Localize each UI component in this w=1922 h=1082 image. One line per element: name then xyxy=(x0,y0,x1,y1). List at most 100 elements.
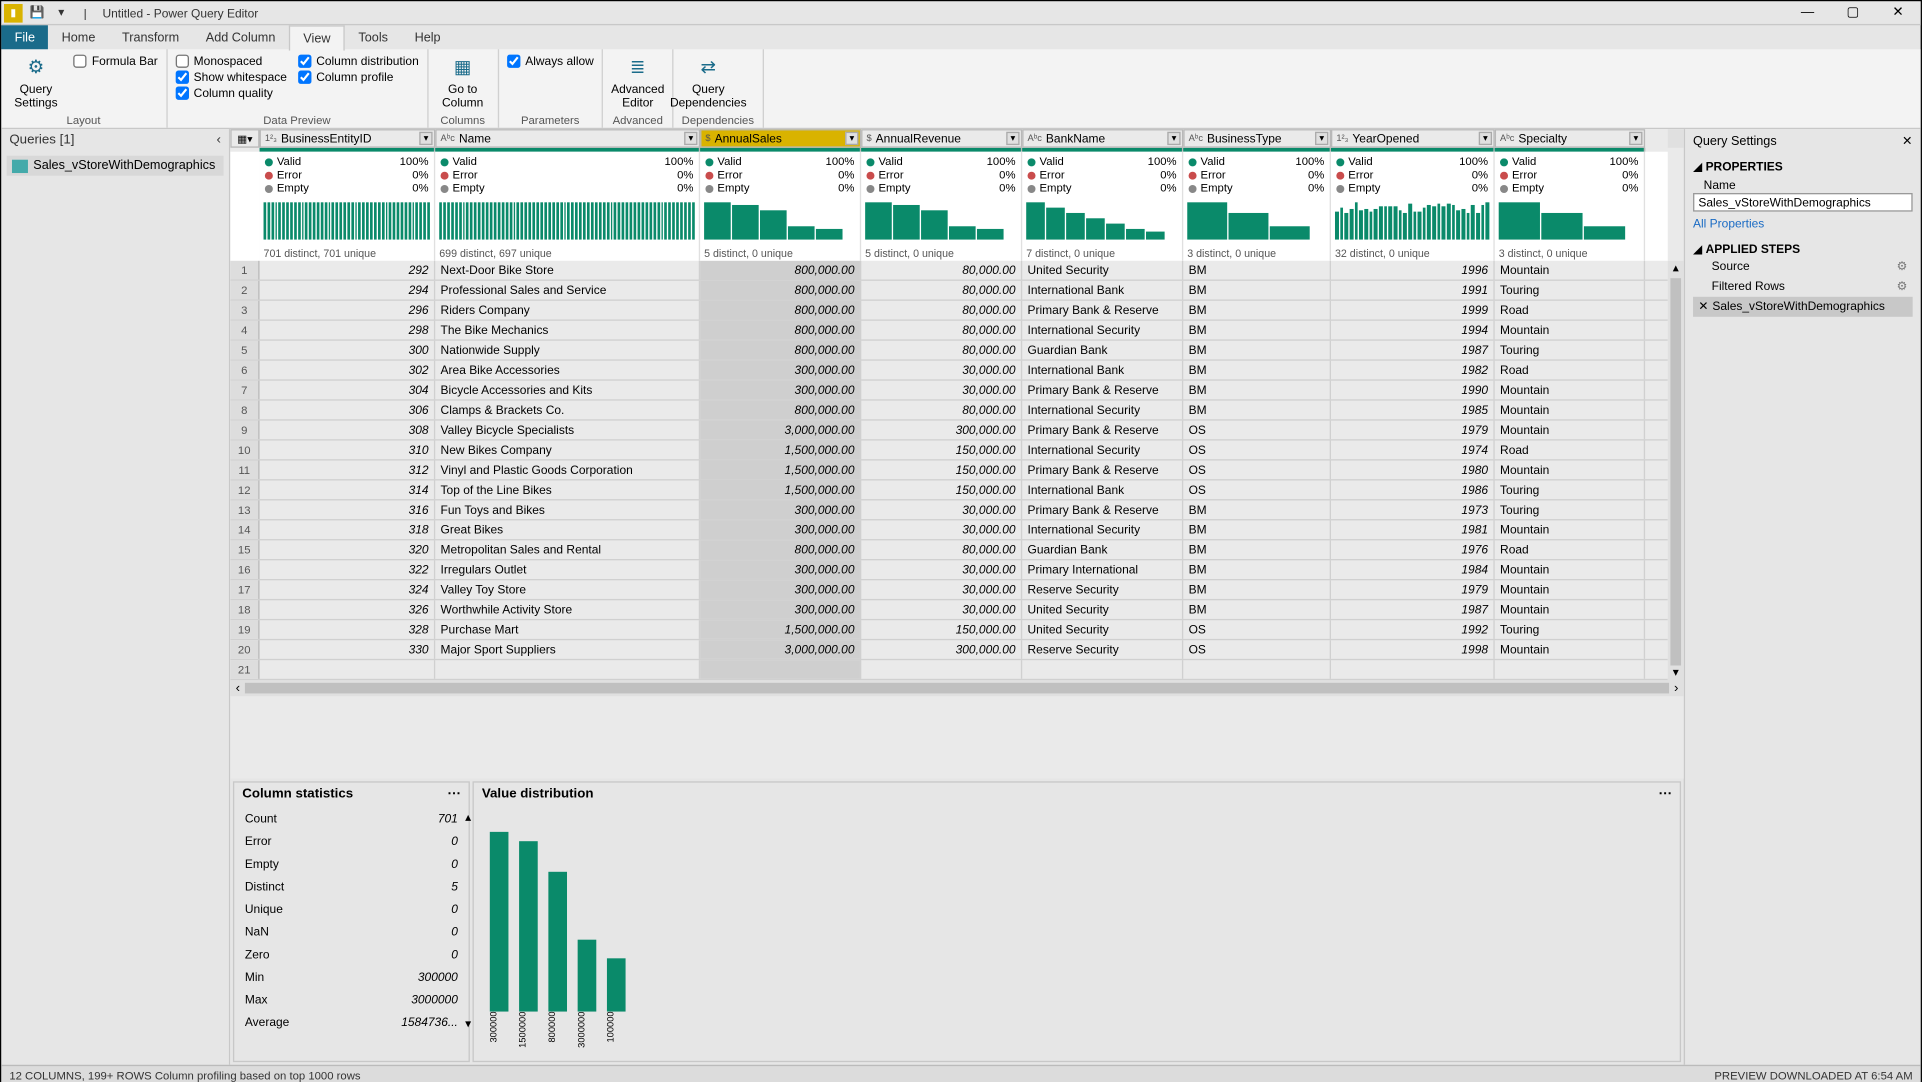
table-row[interactable]: 17324Valley Toy Store300,000.0030,000.00… xyxy=(230,580,1667,600)
table-row[interactable]: 16322Irregulars Outlet300,000.0030,000.0… xyxy=(230,560,1667,580)
monospaced-checkbox[interactable]: Monospaced xyxy=(175,55,287,68)
select-all-corner[interactable]: ▦▾ xyxy=(230,129,259,148)
table-row[interactable]: 6302Area Bike Accessories300,000.0030,00… xyxy=(230,361,1667,381)
table-row[interactable]: 20330Major Sport Suppliers3,000,000.0030… xyxy=(230,640,1667,660)
table-row[interactable]: 3296Riders Company800,000.0080,000.00Pri… xyxy=(230,301,1667,321)
panel-menu-icon[interactable]: ⋯ xyxy=(1658,787,1671,802)
table-row[interactable]: 11312Vinyl and Plastic Goods Corporation… xyxy=(230,461,1667,481)
group-layout-label: Layout xyxy=(9,113,157,128)
filter-dropdown-icon[interactable]: ▾ xyxy=(684,132,697,145)
column-header-yearopened[interactable]: 1²₃YearOpened▾ xyxy=(1331,129,1495,148)
ribbon-view: ⚙ Query Settings Formula Bar Layout Mono… xyxy=(1,49,1920,129)
table-row[interactable]: 19328Purchase Mart1,500,000.00150,000.00… xyxy=(230,620,1667,640)
group-parameters-label: Parameters xyxy=(507,113,594,128)
column-header-annualrevenue[interactable]: $AnnualRevenue▾ xyxy=(861,129,1022,148)
scroll-up-icon[interactable]: ▴ xyxy=(1673,261,1679,276)
scroll-down-icon[interactable]: ▾ xyxy=(1673,666,1679,681)
tab-view[interactable]: View xyxy=(289,25,345,50)
close-pane-icon[interactable]: ✕ xyxy=(1902,134,1913,149)
scrollbar-thumb[interactable] xyxy=(1670,278,1681,665)
table-row[interactable]: 13316Fun Toys and Bikes300,000.0030,000.… xyxy=(230,500,1667,520)
table-row[interactable]: 9308Valley Bicycle Specialists3,000,000.… xyxy=(230,421,1667,441)
step-settings-icon[interactable] xyxy=(1897,260,1908,275)
table-row[interactable]: 8306Clamps & Brackets Co.800,000.0080,00… xyxy=(230,401,1667,421)
goto-column-button[interactable]: ▦ Go to Column xyxy=(436,52,489,109)
column-statistics-panel: Column statistics⋯ ▴ ▾ Count701Error0Emp… xyxy=(233,781,470,1062)
table-row[interactable]: 5300Nationwide Supply800,000.0080,000.00… xyxy=(230,341,1667,361)
qat-separator: ▾ xyxy=(52,3,71,22)
column-header-businessentityid[interactable]: 1²₃BusinessEntityID▾ xyxy=(260,129,436,148)
stats-scroll-down-icon[interactable]: ▾ xyxy=(465,1017,471,1032)
filter-dropdown-icon[interactable]: ▾ xyxy=(1167,132,1180,145)
table-row[interactable]: 7304Bicycle Accessories and Kits300,000.… xyxy=(230,381,1667,401)
table-row[interactable]: 18326Worthwhile Activity Store300,000.00… xyxy=(230,600,1667,620)
always-allow-checkbox[interactable]: Always allow xyxy=(507,55,594,68)
advanced-editor-button[interactable]: ≣ Advanced Editor xyxy=(611,52,664,109)
query-settings-button[interactable]: ⚙ Query Settings xyxy=(9,52,62,109)
table-row[interactable]: 4298The Bike Mechanics800,000.0080,000.0… xyxy=(230,321,1667,341)
column-header-specialty[interactable]: AᵇcSpecialty▾ xyxy=(1495,129,1645,148)
collapse-icon[interactable]: ‹ xyxy=(216,132,220,147)
name-field-label: Name xyxy=(1704,178,1913,191)
column-distribution-checkbox[interactable]: Column distribution xyxy=(298,55,419,68)
table-row[interactable]: 14318Great Bikes 300,000.0030,000.00Inte… xyxy=(230,520,1667,540)
group-datapreview-label: Data Preview xyxy=(175,113,419,128)
filter-dropdown-icon[interactable]: ▾ xyxy=(1479,132,1492,145)
applied-step[interactable]: Filtered Rows xyxy=(1693,277,1913,297)
column-header-bankname[interactable]: AᵇcBankName▾ xyxy=(1022,129,1183,148)
filter-dropdown-icon[interactable]: ▾ xyxy=(1629,132,1642,145)
tab-add-column[interactable]: Add Column xyxy=(192,25,288,49)
chart-bar xyxy=(519,841,538,1012)
all-properties-link[interactable]: All Properties xyxy=(1693,217,1764,230)
table-icon xyxy=(12,159,28,172)
filter-dropdown-icon[interactable]: ▾ xyxy=(1006,132,1019,145)
h-scrollbar-thumb[interactable] xyxy=(245,683,1668,694)
filter-dropdown-icon[interactable]: ▾ xyxy=(845,132,858,145)
tab-file[interactable]: File xyxy=(1,25,48,49)
tab-home[interactable]: Home xyxy=(48,25,108,49)
formula-bar-checkbox[interactable]: Formula Bar xyxy=(73,55,158,68)
query-dependencies-button[interactable]: ⇄ Query Dependencies xyxy=(682,52,735,109)
scroll-left-icon[interactable]: ‹ xyxy=(236,681,240,696)
tab-tools[interactable]: Tools xyxy=(345,25,401,49)
step-settings-icon[interactable] xyxy=(1897,280,1908,295)
column-header-businesstype[interactable]: AᵇcBusinessType▾ xyxy=(1183,129,1331,148)
show-whitespace-checkbox[interactable]: Show whitespace xyxy=(175,71,287,84)
table-row[interactable]: 2294Professional Sales and Service800,00… xyxy=(230,281,1667,301)
tab-help[interactable]: Help xyxy=(401,25,454,49)
table-row[interactable]: 12314Top of the Line Bikes1,500,000.0015… xyxy=(230,480,1667,500)
maximize-button[interactable]: ▢ xyxy=(1830,1,1875,25)
panel-menu-icon[interactable]: ⋯ xyxy=(447,787,460,802)
tab-transform[interactable]: Transform xyxy=(109,25,193,49)
delete-step-icon[interactable]: ✕ xyxy=(1698,299,1708,314)
column-header-annualsales[interactable]: $AnnualSales▾ xyxy=(700,129,861,148)
table-row[interactable]: 10310New Bikes Company1,500,000.00150,00… xyxy=(230,441,1667,461)
group-dependencies-label: Dependencies xyxy=(682,113,754,128)
filter-dropdown-icon[interactable]: ▾ xyxy=(1315,132,1328,145)
applied-step[interactable]: Source xyxy=(1693,257,1913,277)
column-header-name[interactable]: AᵇcName▾ xyxy=(435,129,700,148)
table-row[interactable]: 21 xyxy=(230,660,1667,680)
filter-dropdown-icon[interactable]: ▾ xyxy=(419,132,432,145)
column-profile-checkbox[interactable]: Column profile xyxy=(298,71,419,84)
query-item[interactable]: Sales_vStoreWithDemographics xyxy=(7,156,224,176)
table-row[interactable]: 1292Next-Door Bike Store800,000.0080,000… xyxy=(230,261,1667,281)
table-row[interactable]: 15320Metropolitan Sales and Rental800,00… xyxy=(230,540,1667,560)
save-icon[interactable]: 💾 xyxy=(28,3,47,22)
close-button[interactable]: ✕ xyxy=(1875,1,1920,25)
vertical-scrollbar[interactable]: ▴ ▾ xyxy=(1668,261,1684,680)
status-bar: 12 COLUMNS, 199+ ROWS Column profiling b… xyxy=(1,1065,1920,1082)
scroll-right-icon[interactable]: › xyxy=(1674,681,1678,696)
horizontal-scrollbar[interactable]: ‹ › xyxy=(230,680,1683,696)
queries-header[interactable]: Queries [1]‹ xyxy=(1,129,229,150)
applied-step[interactable]: ✕Sales_vStoreWithDemographics xyxy=(1693,297,1913,317)
group-advanced-label: Advanced xyxy=(611,113,664,128)
minimize-button[interactable]: — xyxy=(1785,1,1830,25)
dependency-icon: ⇄ xyxy=(694,52,723,81)
status-right: PREVIEW DOWNLOADED AT 6:54 AM xyxy=(1714,1068,1912,1081)
stats-scroll-up-icon[interactable]: ▴ xyxy=(465,811,471,826)
query-name-input[interactable] xyxy=(1693,193,1913,212)
data-preview-grid[interactable]: ▦▾ 1²₃BusinessEntityID▾AᵇcName▾$AnnualSa… xyxy=(230,129,1683,779)
title-bar: ▮ 💾 ▾ | Untitled - Power Query Editor — … xyxy=(1,1,1920,25)
column-quality-checkbox[interactable]: Column quality xyxy=(175,87,287,100)
